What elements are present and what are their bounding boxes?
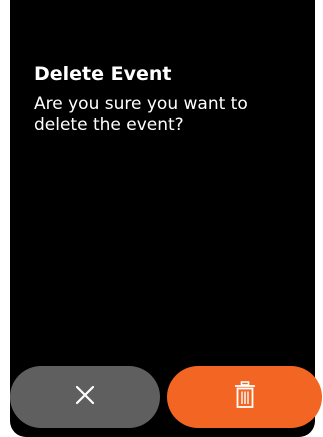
dialog-title: Delete Event xyxy=(34,63,172,85)
dialog-content: Delete Event Are you sure you want to de… xyxy=(34,62,304,136)
close-icon xyxy=(74,384,96,411)
delete-button[interactable] xyxy=(167,366,322,428)
cancel-button[interactable] xyxy=(10,366,160,428)
dialog-message: Are you sure you want to delete the even… xyxy=(34,94,248,135)
trash-icon xyxy=(233,380,257,414)
